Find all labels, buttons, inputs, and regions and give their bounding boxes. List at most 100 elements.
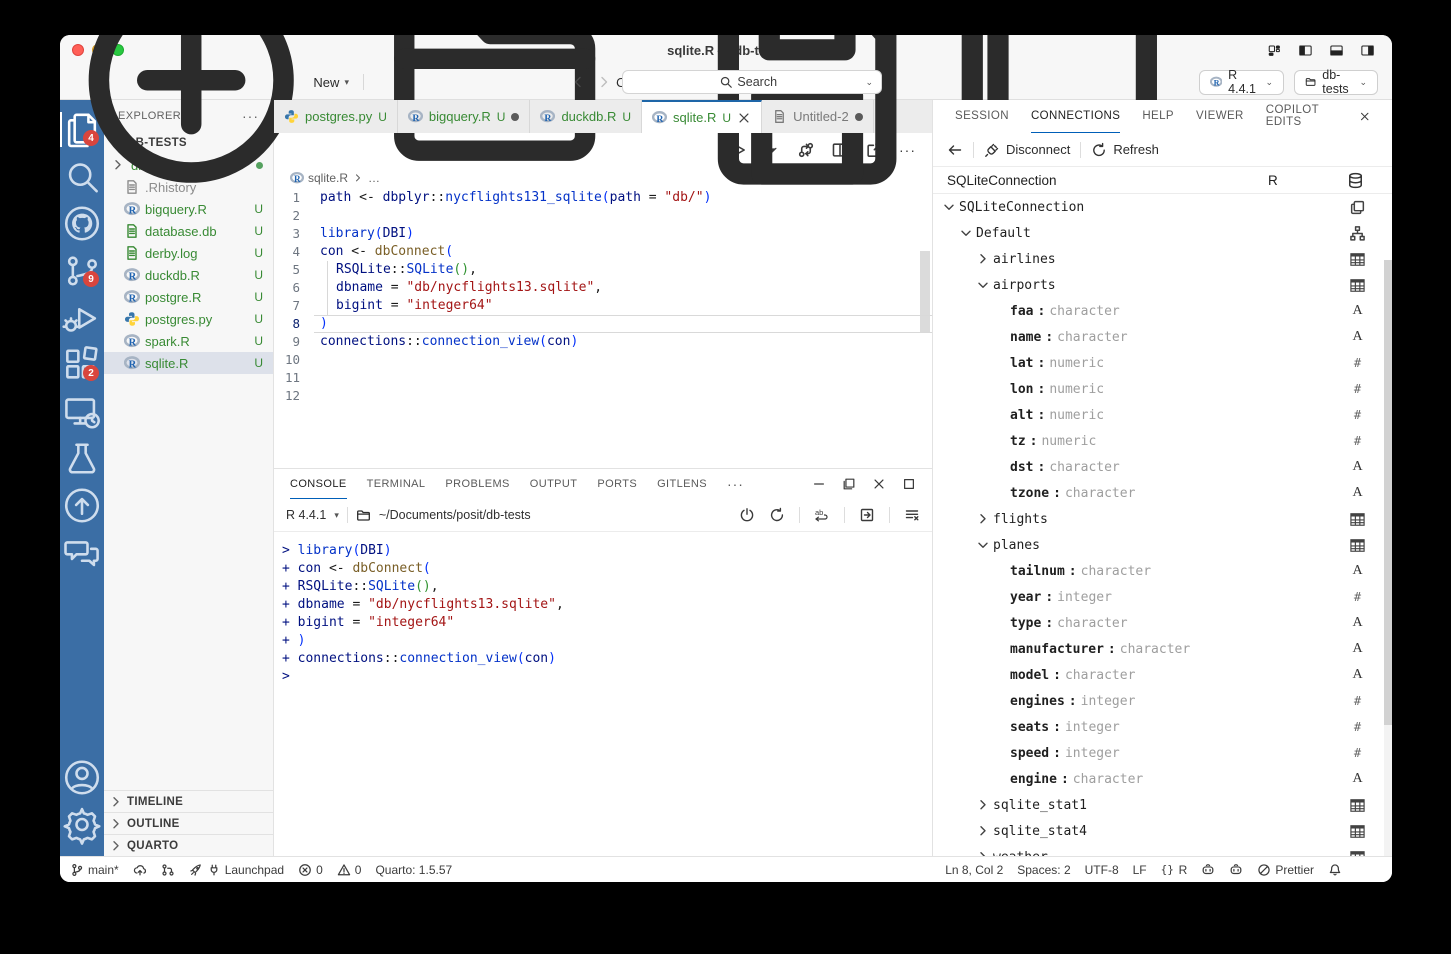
chevron-right-icon[interactable] xyxy=(975,849,991,856)
refresh-button[interactable]: Refresh xyxy=(1091,142,1159,158)
status-encoding[interactable]: UTF-8 xyxy=(1085,863,1119,877)
status-notifications[interactable] xyxy=(1328,863,1342,877)
panel-right-icon[interactable] xyxy=(1359,43,1376,58)
file-row[interactable]: Rpostgre.RU xyxy=(104,286,273,308)
status-copilot-chat[interactable] xyxy=(1229,863,1243,877)
sidebar-section-outline[interactable]: OUTLINE xyxy=(104,812,273,834)
activity-item-run-debug[interactable] xyxy=(60,294,104,341)
status-eol[interactable]: LF xyxy=(1133,863,1147,877)
tree-row-SQLiteConnection[interactable]: SQLiteConnection xyxy=(933,194,1392,220)
tree-row-faa[interactable]: faa:characterA xyxy=(933,298,1392,324)
activity-item-github[interactable] xyxy=(60,200,104,247)
activity-item-remote-explorer[interactable] xyxy=(60,388,104,435)
search-input[interactable]: Search ⌄ xyxy=(622,70,882,94)
panel-tab-terminal[interactable]: TERMINAL xyxy=(367,469,426,499)
activity-item-testing[interactable] xyxy=(60,435,104,482)
status-language-mode[interactable]: {}R xyxy=(1161,863,1188,877)
close-panel-button[interactable] xyxy=(1359,109,1370,124)
activity-item-comments[interactable] xyxy=(60,529,104,576)
chevron-right-icon[interactable] xyxy=(975,823,991,839)
tree-row-Default[interactable]: Default xyxy=(933,220,1392,246)
console-output[interactable]: > library(DBI)+ con <- dbConnect(+ RSQLi… xyxy=(274,532,932,856)
status-launchpad[interactable]: Launchpad xyxy=(189,863,284,877)
power-button[interactable] xyxy=(739,507,755,523)
editor-tab-postgres.py[interactable]: postgres.pyU xyxy=(274,100,398,133)
status-branch[interactable]: main* xyxy=(70,863,119,877)
tree-row-model[interactable]: model:characterA xyxy=(933,662,1392,688)
customize-layout-icon[interactable] xyxy=(1266,43,1283,58)
clear-console-button[interactable] xyxy=(904,507,920,523)
activity-item-publish[interactable] xyxy=(60,482,104,529)
restart-button[interactable] xyxy=(769,507,785,523)
status-errors[interactable]: 0 xyxy=(298,863,323,877)
activity-item-source-control[interactable]: 9 xyxy=(60,247,104,294)
tree-row-dst[interactable]: dst:characterA xyxy=(933,454,1392,480)
tree-row-airlines[interactable]: airlines xyxy=(933,246,1392,272)
status-indentation[interactable]: Spaces: 2 xyxy=(1017,863,1070,877)
close-panel-button[interactable] xyxy=(872,477,886,491)
file-row[interactable]: Rsqlite.RU xyxy=(104,352,273,374)
tree-row-tzone[interactable]: tzone:characterA xyxy=(933,480,1392,506)
sidebar-section-timeline[interactable]: TIMELINE xyxy=(104,790,273,812)
panel-bottom-icon[interactable] xyxy=(1328,43,1345,58)
tree-row-manufacturer[interactable]: manufacturer:characterA xyxy=(933,636,1392,662)
code-editor[interactable]: 1path <- dbplyr::nycflights131_sqlite(pa… xyxy=(274,189,932,468)
status-quarto-version[interactable]: Quarto: 1.5.57 xyxy=(375,863,452,877)
tree-row-type[interactable]: type:characterA xyxy=(933,610,1392,636)
editor-tab-Untitled-2[interactable]: Untitled-2 xyxy=(762,100,874,133)
activity-item-settings[interactable] xyxy=(60,801,104,848)
tree-row-sqlite_stat4[interactable]: sqlite_stat4 xyxy=(933,818,1392,844)
panel-tab-problems[interactable]: PROBLEMS xyxy=(445,469,509,499)
panel-tab-gitlens[interactable]: GITLENS xyxy=(657,469,707,499)
tree-row-sqlite_stat1[interactable]: sqlite_stat1 xyxy=(933,792,1392,818)
chevron-down-icon[interactable] xyxy=(941,199,957,215)
right-tab-connections[interactable]: CONNECTIONS xyxy=(1031,100,1120,133)
navigate-back-button[interactable] xyxy=(570,74,586,90)
status-git-graph[interactable] xyxy=(161,863,175,877)
tree-row-year[interactable]: year:integer# xyxy=(933,584,1392,610)
back-arrow-icon[interactable] xyxy=(947,142,963,158)
tree-row-flights[interactable]: flights xyxy=(933,506,1392,532)
tree-row-seats[interactable]: seats:integer# xyxy=(933,714,1392,740)
tree-row-lon[interactable]: lon:numeric# xyxy=(933,376,1392,402)
activity-item-account[interactable] xyxy=(60,754,104,801)
file-row[interactable]: Rspark.RU xyxy=(104,330,273,352)
tree-row-lat[interactable]: lat:numeric# xyxy=(933,350,1392,376)
file-row[interactable]: derby.logU xyxy=(104,242,273,264)
soft-wrap-button[interactable]: ab xyxy=(814,507,830,523)
tree-row-engines[interactable]: engines:integer# xyxy=(933,688,1392,714)
editor-tab-duckdb.R[interactable]: Rduckdb.RU xyxy=(530,100,642,133)
editor-tab-sqlite.R[interactable]: Rsqlite.RU xyxy=(642,100,762,133)
disconnect-button[interactable]: Disconnect xyxy=(984,142,1070,158)
panel-left-icon[interactable] xyxy=(1297,43,1314,58)
activity-item-extensions[interactable]: 2 xyxy=(60,341,104,388)
file-row[interactable]: postgres.pyU xyxy=(104,308,273,330)
chevron-down-icon[interactable] xyxy=(975,537,991,553)
tree-row-airports[interactable]: airports xyxy=(933,272,1392,298)
connections-scrollbar[interactable] xyxy=(1384,260,1392,856)
chevron-down-icon[interactable]: ⌄ xyxy=(865,77,873,88)
interpreter-selector[interactable]: R R 4.4.1⌄ xyxy=(1199,70,1284,95)
right-tab-viewer[interactable]: VIEWER xyxy=(1196,100,1244,133)
tree-row-engine[interactable]: engine:characterA xyxy=(933,766,1392,792)
chevron-right-icon[interactable] xyxy=(975,511,991,527)
tree-row-tailnum[interactable]: tailnum:characterA xyxy=(933,558,1392,584)
restore-panel-button[interactable] xyxy=(842,477,856,491)
to-editor-button[interactable] xyxy=(859,507,875,523)
activity-item-search[interactable] xyxy=(60,153,104,200)
tree-row-alt[interactable]: alt:numeric# xyxy=(933,402,1392,428)
right-tab-session[interactable]: SESSION xyxy=(955,100,1009,133)
chevron-down-icon[interactable] xyxy=(958,225,974,241)
editor-tab-bigquery.R[interactable]: Rbigquery.RU xyxy=(398,100,531,133)
workspace-selector[interactable]: db-tests⌄ xyxy=(1294,70,1378,95)
panel-tab-more[interactable]: ··· xyxy=(727,469,744,499)
right-tab-copilot-edits[interactable]: COPILOT EDITS xyxy=(1266,100,1337,133)
status-publish-changes[interactable] xyxy=(133,863,147,877)
activity-item-explorer[interactable]: 4 xyxy=(60,106,104,153)
status-copilot[interactable] xyxy=(1201,863,1215,877)
chevron-down-icon[interactable] xyxy=(975,277,991,293)
chevron-right-icon[interactable] xyxy=(975,251,991,267)
close-tab-icon[interactable] xyxy=(737,111,751,125)
chevron-right-icon[interactable] xyxy=(975,797,991,813)
right-tab-help[interactable]: HELP xyxy=(1142,100,1174,133)
